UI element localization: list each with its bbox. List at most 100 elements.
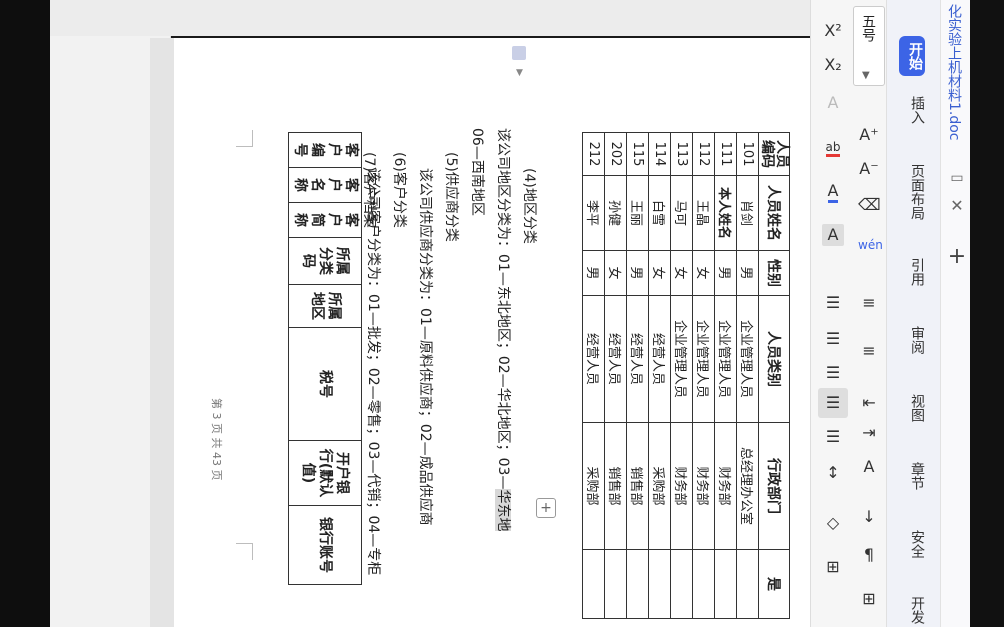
- header-cell: 人员类别: [758, 295, 790, 423]
- tab-review[interactable]: 审阅: [897, 326, 927, 354]
- eraser-icon[interactable]: ⌫: [858, 194, 881, 216]
- tab-security[interactable]: 安全: [897, 530, 927, 558]
- header-cell: 是: [758, 549, 790, 619]
- header-cell: 性别: [758, 250, 790, 296]
- add-row-plus-icon[interactable]: +: [536, 498, 556, 518]
- table-cell: 企业管理人员: [670, 295, 693, 423]
- tab-chapter[interactable]: 章节: [897, 462, 927, 490]
- customer-archive-table[interactable]: 客户编号 客户名称 客户简称 所属分类码 所属地区 税号 开户银行(默认值) 银…: [288, 132, 362, 585]
- shading-fill-icon[interactable]: ◇: [822, 512, 844, 534]
- selected-text: 华东地: [495, 489, 511, 532]
- table-cell: 女: [692, 250, 715, 296]
- tab-insert[interactable]: 插入: [897, 96, 927, 124]
- table-icon[interactable]: ⊞: [858, 588, 880, 610]
- table-row: 114 白雪 女 经营人员 采购部: [648, 132, 671, 619]
- grow-font-icon[interactable]: A⁺: [858, 124, 880, 146]
- table-row: 115 王丽 男 经营人员 销售部: [626, 132, 649, 619]
- sort-icon[interactable]: ↓: [858, 506, 880, 528]
- text-effect-icon[interactable]: A: [822, 92, 844, 114]
- close-icon[interactable]: ✕: [946, 196, 968, 215]
- table-cell: [736, 549, 759, 619]
- border-icon[interactable]: ⊞: [822, 556, 844, 578]
- table-cell: 经营人员: [582, 295, 605, 423]
- rotated-page-content: 人员编码 人员姓名 性别 人员类别 行政部门 是 101 肖剑 男 企业管理人员…: [174, 38, 810, 627]
- highlight-icon[interactable]: ab: [822, 136, 844, 158]
- table-cell: 肖剑: [736, 175, 759, 251]
- table-cell: 113: [670, 132, 693, 176]
- distributed-icon[interactable]: ☰: [822, 426, 844, 448]
- table-cell: 白雪: [648, 175, 671, 251]
- header-cell: 税号: [288, 327, 362, 441]
- new-tab-plus-icon[interactable]: +: [946, 244, 968, 269]
- numbered-list-icon[interactable]: ≡: [858, 340, 880, 362]
- paragraph-marker-icon[interactable]: [512, 46, 526, 60]
- table-cell: 女: [604, 250, 627, 296]
- subscript-icon[interactable]: X₂: [822, 54, 844, 76]
- chevron-down-icon[interactable]: ▼: [516, 68, 523, 78]
- align-center-icon[interactable]: ☰: [822, 328, 844, 350]
- indent-increase-icon[interactable]: ⇥: [858, 422, 880, 444]
- font-color-icon[interactable]: A: [822, 180, 844, 203]
- table-cell: [604, 549, 627, 619]
- table-cell: 101: [736, 132, 759, 176]
- tab-page-layout[interactable]: 页面布局: [897, 164, 927, 220]
- supplier-class-text: 该公司供应商分类为：01—原料供应商；02—成品供应商: [417, 168, 433, 526]
- table-cell: 孙健: [604, 175, 627, 251]
- align-left-icon[interactable]: ☰: [822, 292, 844, 314]
- shrink-font-icon[interactable]: A⁻: [858, 158, 880, 180]
- text-direction-icon[interactable]: A: [858, 456, 880, 478]
- table-cell: [582, 549, 605, 619]
- table-cell: 王晶: [692, 175, 715, 251]
- table-row: 202 孙健 女 经营人员 销售部: [604, 132, 627, 619]
- document-page[interactable]: 人员编码 人员姓名 性别 人员类别 行政部门 是 101 肖剑 男 企业管理人员…: [174, 38, 810, 627]
- font-size-value: 五号: [860, 14, 876, 42]
- table-cell: 本人姓名: [714, 175, 737, 251]
- table-cell: [670, 549, 693, 619]
- table-cell: 李平: [582, 175, 605, 251]
- show-marks-icon[interactable]: ¶: [858, 544, 880, 566]
- header-cell: 客户名称: [288, 167, 362, 203]
- pinyin-icon[interactable]: wén: [858, 234, 883, 256]
- table-cell: 采购部: [582, 422, 605, 550]
- line-spacing-icon[interactable]: ↕: [822, 462, 844, 484]
- screen: 人员编码 人员姓名 性别 人员类别 行政部门 是 101 肖剑 男 企业管理人员…: [0, 0, 1004, 627]
- tab-references[interactable]: 引用: [897, 258, 927, 286]
- table-cell: 111: [714, 132, 737, 176]
- superscript-icon[interactable]: X²: [822, 20, 844, 42]
- table-cell: 马可: [670, 175, 693, 251]
- table-row: 111 本人姓名 男 企业管理人员 财务部: [714, 132, 737, 619]
- table-cell: 销售部: [604, 422, 627, 550]
- header-cell: 所属地区: [288, 284, 362, 328]
- employee-table[interactable]: 人员编码 人员姓名 性别 人员类别 行政部门 是 101 肖剑 男 企业管理人员…: [582, 132, 790, 619]
- header-cell: 所属分类码: [288, 237, 362, 285]
- tab-home[interactable]: 开始: [899, 36, 925, 76]
- table-cell: 总经理办公室: [736, 422, 759, 550]
- document-tab-title[interactable]: 化实验上机材料1.doc: [944, 4, 964, 141]
- table-row: 112 王晶 女 企业管理人员 财务部: [692, 132, 715, 619]
- heading-customer-class: (6)客户分类: [391, 152, 407, 228]
- align-right-icon[interactable]: ☰: [822, 362, 844, 384]
- indent-decrease-icon[interactable]: ⇤: [858, 392, 880, 414]
- tab-developer[interactable]: 开发: [897, 596, 927, 624]
- region-class-text-cont: 06—西南地区: [469, 128, 485, 216]
- table-cell: 企业管理人员: [714, 295, 737, 423]
- table-row: 101 肖剑 男 企业管理人员 总经理办公室: [736, 132, 759, 619]
- table-cell: 经营人员: [604, 295, 627, 423]
- table-cell: [626, 549, 649, 619]
- table-cell: 企业管理人员: [692, 295, 715, 423]
- header-cell: 人员姓名: [758, 175, 790, 251]
- chevron-down-icon[interactable]: ▼: [862, 70, 870, 81]
- table-cell: 男: [736, 250, 759, 296]
- table-header-row: 客户编号 客户名称 客户简称 所属分类码 所属地区 税号 开户银行(默认值) 银…: [288, 132, 362, 585]
- page-footer: 第 3 页 共 43 页: [210, 398, 223, 481]
- header-cell: 开户银行(默认值): [288, 440, 362, 506]
- tab-view[interactable]: 视图: [897, 394, 927, 422]
- char-shading-icon[interactable]: A: [822, 224, 844, 246]
- font-color-label: A: [827, 181, 839, 203]
- monitor-icon[interactable]: ▭: [946, 170, 968, 186]
- table-cell: 经营人员: [648, 295, 671, 423]
- region-class-text-main: 该公司地区分类为：01—东北地区；02—华北地区；03—: [495, 128, 511, 490]
- table-cell: 财务部: [670, 422, 693, 550]
- table-cell: 财务部: [692, 422, 715, 550]
- bullet-list-icon[interactable]: ≡: [858, 292, 880, 314]
